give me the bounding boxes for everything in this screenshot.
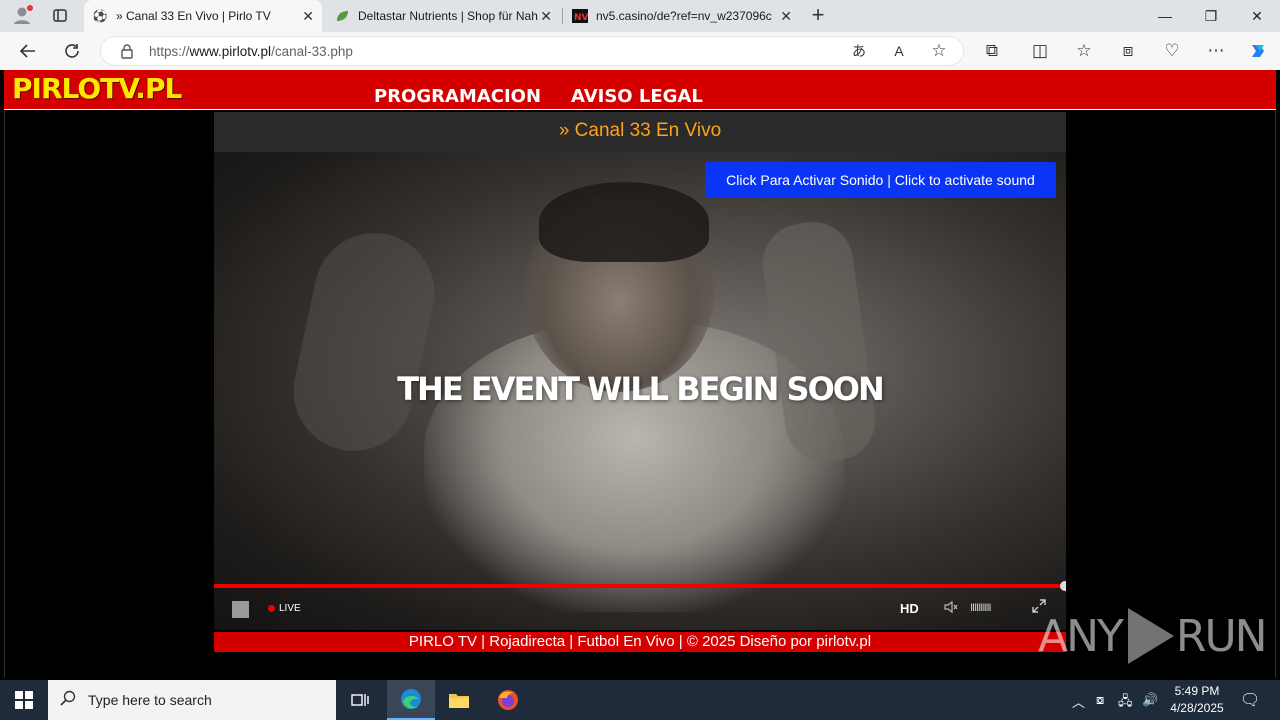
file-explorer-icon[interactable] bbox=[435, 680, 483, 720]
lock-icon[interactable] bbox=[115, 40, 139, 62]
stop-button[interactable] bbox=[232, 601, 249, 618]
meet-now-icon[interactable]: ⧇ bbox=[1096, 692, 1104, 708]
play-logo-icon bbox=[1127, 608, 1174, 664]
live-dot-icon bbox=[268, 605, 275, 612]
player-controls: LIVE HD IIIIIIIIII bbox=[214, 588, 1066, 630]
volume-slider[interactable]: IIIIIIIIII bbox=[970, 602, 992, 614]
restore-icon[interactable]: ❐ bbox=[1188, 0, 1234, 32]
task-view-icon[interactable] bbox=[336, 680, 384, 720]
notifications-icon[interactable]: 🗨 bbox=[1240, 690, 1260, 710]
tab-casino[interactable]: NV nv5.casino/de?ref=nv_w237096c ✕ bbox=[564, 0, 800, 32]
live-indicator: LIVE bbox=[268, 603, 301, 614]
edge-taskbar-icon[interactable] bbox=[387, 680, 435, 720]
menu-programacion[interactable]: PROGRAMACION bbox=[374, 86, 541, 107]
volume-icon[interactable]: 🔊 bbox=[1142, 692, 1158, 708]
anyrun-watermark: ANY RUN bbox=[1038, 608, 1268, 664]
tab-title: » Canal 33 En Vivo | Pirlo TV bbox=[116, 9, 271, 23]
firefox-icon[interactable] bbox=[484, 680, 532, 720]
copilot-icon[interactable] bbox=[1246, 40, 1270, 62]
close-tab-icon[interactable]: ✕ bbox=[302, 8, 314, 25]
event-overlay-text: THE EVENT WILL BEGIN SOON bbox=[397, 370, 885, 408]
back-icon[interactable] bbox=[16, 40, 40, 62]
mute-icon[interactable] bbox=[944, 600, 958, 617]
clock-time: 5:49 PM bbox=[1174, 684, 1220, 698]
search-placeholder: Type here to search bbox=[88, 692, 212, 708]
hd-button[interactable]: HD bbox=[900, 601, 919, 616]
url-text[interactable]: https://www.pirlotv.pl/canal-33.php bbox=[149, 44, 353, 59]
tab-actions-icon[interactable] bbox=[48, 4, 72, 26]
translate-icon[interactable]: あ bbox=[847, 40, 871, 62]
new-tab-icon[interactable]: + bbox=[806, 2, 830, 27]
show-hidden-icons[interactable]: ︿ bbox=[1072, 692, 1085, 711]
profile-icon[interactable] bbox=[10, 4, 34, 26]
tab-divider bbox=[562, 8, 563, 24]
tab-title: Deltastar Nutrients | Shop für Nah bbox=[358, 9, 538, 23]
leaf-icon bbox=[334, 8, 350, 24]
minimize-icon[interactable]: — bbox=[1142, 0, 1188, 32]
close-tab-icon[interactable]: ✕ bbox=[780, 8, 792, 25]
tab-deltastar[interactable]: Deltastar Nutrients | Shop für Nah ✕ bbox=[326, 0, 560, 32]
favorite-star-icon[interactable]: ☆ bbox=[927, 40, 951, 62]
channel-title: » Canal 33 En Vivo bbox=[558, 120, 722, 141]
soccer-ball-icon: ⚽ bbox=[92, 9, 108, 23]
refresh-icon[interactable] bbox=[60, 40, 84, 62]
address-bar[interactable]: https://www.pirlotv.pl/canal-33.php あ A … bbox=[100, 36, 964, 66]
close-tab-icon[interactable]: ✕ bbox=[540, 8, 552, 25]
windows-taskbar: Type here to search ︿ ⧇ 🖧 🔊 5:49 PM 4/28… bbox=[0, 680, 1280, 720]
browser-toolbar: https://www.pirlotv.pl/canal-33.php あ A … bbox=[0, 32, 1280, 70]
watermark-left: ANY bbox=[1038, 610, 1124, 662]
favorites-icon[interactable]: ☆ bbox=[1072, 40, 1096, 62]
channel-title-bar: » Canal 33 En Vivo bbox=[214, 112, 1066, 152]
live-label: LIVE bbox=[279, 603, 301, 614]
site-header: PIRLOTV.PL PROGRAMACION AVISO LEGAL bbox=[4, 70, 1276, 110]
menu-aviso-legal[interactable]: AVISO LEGAL bbox=[571, 86, 703, 107]
watermark-right: RUN bbox=[1175, 610, 1268, 662]
nv-logo-icon: NV bbox=[572, 8, 588, 24]
system-clock[interactable]: 5:49 PM 4/28/2025 bbox=[1160, 683, 1234, 717]
video-player[interactable]: Click Para Activar Sonido | Click to act… bbox=[214, 152, 1066, 630]
read-aloud-icon[interactable]: A bbox=[887, 40, 911, 62]
video-frame-arm bbox=[282, 221, 446, 463]
extensions-icon[interactable]: ⧉ bbox=[980, 40, 1004, 62]
search-icon bbox=[48, 690, 88, 711]
svg-text:NV: NV bbox=[574, 13, 588, 23]
windows-start-icon[interactable] bbox=[0, 680, 48, 720]
video-frame-hair bbox=[539, 182, 709, 262]
site-logo[interactable]: PIRLOTV.PL bbox=[12, 72, 182, 105]
browser-tab-bar: ⚽ » Canal 33 En Vivo | Pirlo TV ✕ Deltas… bbox=[0, 0, 1280, 32]
tab-pirlotv[interactable]: ⚽ » Canal 33 En Vivo | Pirlo TV ✕ bbox=[84, 0, 322, 32]
taskbar-search[interactable]: Type here to search bbox=[48, 680, 336, 720]
site-footer: PIRLO TV | Rojadirecta | Futbol En Vivo … bbox=[214, 632, 1066, 652]
network-icon[interactable]: 🖧 bbox=[1118, 692, 1133, 714]
collections-icon[interactable]: ⧈ bbox=[1116, 40, 1140, 62]
split-screen-icon[interactable]: ◫ bbox=[1028, 40, 1052, 62]
close-window-icon[interactable]: ✕ bbox=[1234, 0, 1280, 32]
browser-essentials-icon[interactable]: ♡ bbox=[1160, 40, 1184, 62]
tab-title: nv5.casino/de?ref=nv_w237096c bbox=[596, 9, 772, 23]
clock-date: 4/28/2025 bbox=[1170, 701, 1224, 715]
activate-sound-button[interactable]: Click Para Activar Sonido | Click to act… bbox=[705, 162, 1056, 198]
more-menu-icon[interactable]: ⋯ bbox=[1204, 40, 1228, 62]
